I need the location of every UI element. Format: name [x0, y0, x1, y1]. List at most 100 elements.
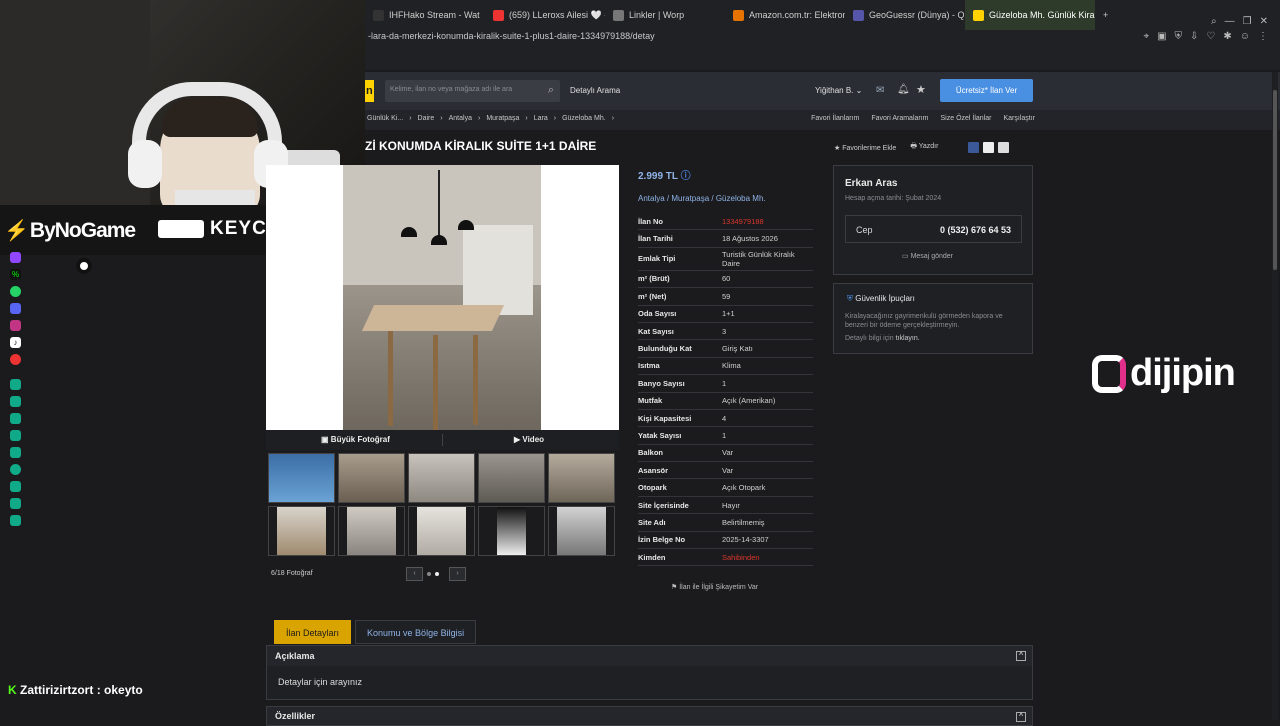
video-label: Video — [522, 435, 545, 444]
location-item[interactable]: Muratpaşa — [671, 194, 709, 203]
photo-stool — [433, 335, 438, 430]
tab-location-info[interactable]: Konumu ve Bölge Bilgisi — [355, 620, 477, 644]
pin-icon[interactable]: ⌖ — [1143, 31, 1149, 42]
detailed-search-link[interactable]: Detaylı Arama — [570, 86, 620, 95]
tab-listing-details[interactable]: İlan Detayları — [274, 620, 352, 644]
profile-icon[interactable]: ☺ — [1240, 31, 1250, 42]
favorite-button[interactable]: ★ Favorilerime Ekle — [834, 144, 896, 152]
facebook-icon[interactable] — [968, 142, 980, 153]
heart-icon[interactable]: ♡ — [1206, 31, 1215, 42]
prev-page-button[interactable]: ‹ — [406, 567, 423, 581]
photo-stool — [473, 335, 478, 425]
next-page-button[interactable]: › — [449, 567, 466, 581]
thumbnail-grid — [268, 453, 618, 556]
location-item[interactable]: Antalya — [638, 194, 665, 203]
x-icon[interactable] — [983, 142, 995, 153]
breadcrumb-item[interactable]: Antalya — [449, 115, 472, 122]
account-link[interactable]: Favori Aramalarım — [871, 115, 928, 122]
safety-more: Detaylı bilgi için tıklayın. — [845, 335, 920, 342]
video-button[interactable]: ▶ Video — [514, 435, 544, 444]
breadcrumb-item[interactable]: Güzeloba Mh. — [562, 115, 606, 122]
page-dot[interactable] — [427, 572, 431, 576]
browser-tab[interactable]: Amazon.com.tr: Elektronik — [725, 0, 845, 30]
detail-key: Site Adı — [638, 517, 666, 527]
phone-number: 0 (532) 676 64 53 — [939, 225, 1011, 235]
detail-row: Kişi Kapasitesi 4 — [638, 410, 813, 428]
detail-key: Site İçerisinde — [638, 500, 689, 510]
social-icons: % ♪ — [10, 252, 21, 526]
photo-gallery[interactable] — [266, 165, 619, 430]
search-icon[interactable]: ⌕ — [548, 84, 554, 97]
download-icon[interactable]: ⇩ — [1190, 31, 1198, 42]
browser-tab[interactable]: Linkler | Worp — [605, 0, 725, 30]
description-heading[interactable]: Açıklama ^ — [267, 646, 1032, 666]
browser-tab[interactable]: GeoGuessr (Dünya) - Quiz — [845, 0, 965, 30]
breadcrumb-item[interactable]: Günlük Ki... — [367, 115, 403, 122]
browser-tab[interactable]: Güzeloba Mh. Günlük Kiral — [965, 0, 1095, 30]
photo-thumbnail[interactable] — [268, 453, 335, 503]
collapse-icon[interactable]: ^ — [1016, 651, 1026, 661]
detail-key: Kişi Kapasitesi — [638, 413, 692, 423]
site-logo[interactable]: n — [365, 80, 374, 102]
photo-thumbnail[interactable] — [408, 506, 475, 556]
phone-box[interactable]: Cep 0 (532) 676 64 53 — [845, 215, 1022, 243]
screenshot-icon[interactable]: ▣ — [1157, 31, 1166, 42]
photo-thumbnail[interactable] — [478, 506, 545, 556]
collapse-icon[interactable]: ^ — [1016, 712, 1026, 722]
user-name: Yiğithan B. — [815, 86, 854, 95]
mail-icon[interactable]: ✉ — [876, 85, 884, 96]
breadcrumb-item[interactable]: Daire — [418, 115, 435, 122]
account-link[interactable]: Size Özel İlanlar — [941, 115, 992, 122]
menu-icon[interactable]: ⋮ — [1258, 31, 1268, 42]
scrollbar-thumb[interactable] — [1273, 90, 1277, 270]
breadcrumb-item[interactable]: Lara — [534, 115, 548, 122]
photo-thumbnail[interactable] — [408, 453, 475, 503]
seller-name[interactable]: Erkan Aras — [845, 178, 897, 189]
location-item[interactable]: Güzeloba Mh. — [716, 194, 766, 203]
complain-link[interactable]: ⚑ İlan ile İlgili Şikayetim Var — [671, 583, 758, 591]
maximize-icon[interactable]: ❐ — [1243, 16, 1252, 27]
photo-thumbnail[interactable] — [338, 453, 405, 503]
user-menu[interactable]: Yiğithan B. ⌄ — [815, 86, 862, 95]
detail-row: Yatak Sayısı 1 — [638, 427, 813, 445]
page-dot-active[interactable] — [435, 572, 439, 576]
breadcrumb: Günlük Ki... › Daire › Antalya › Muratpaşa › Lar… — [367, 115, 614, 122]
instagram-icon — [10, 320, 21, 331]
photo-thumbnail[interactable] — [478, 453, 545, 503]
info-icon[interactable]: ⓘ — [681, 171, 691, 182]
photo-thumbnail[interactable] — [548, 453, 615, 503]
browser-tab[interactable]: (659) LLeroxs Ailesi 🤍 - Yo — [485, 0, 605, 30]
detail-key: Mutfak — [638, 396, 663, 406]
photo-thumbnail[interactable] — [338, 506, 405, 556]
photo-thumbnail[interactable] — [268, 506, 335, 556]
account-link[interactable]: Karşılaştır — [1003, 115, 1035, 122]
account-link[interactable]: Favori İlanlarım — [811, 115, 859, 122]
main-photo[interactable] — [343, 165, 541, 430]
extensions-icon[interactable]: ✱ — [1223, 31, 1231, 42]
headphone-left-cup — [128, 140, 162, 188]
message-button[interactable]: ▭ Mesaj gönder — [902, 252, 953, 260]
search-input[interactable]: Kelime, ilan no veya mağaza adı ile ara … — [385, 80, 560, 102]
url-text[interactable]: -lara-da-merkezi-konumda-kiralik-suite-1… — [368, 31, 655, 41]
dijipin-mark-icon — [1092, 354, 1126, 393]
detail-key: Kat Sayısı — [638, 326, 674, 336]
bell-icon[interactable]: 🔔︎ — [897, 84, 910, 95]
close-window-icon[interactable]: ✕ — [1260, 16, 1268, 27]
breadcrumb-item[interactable]: Muratpaşa — [486, 115, 519, 122]
big-photo-button[interactable]: ▣ Büyük Fotoğraf — [321, 435, 390, 444]
search-tabs-icon[interactable]: ⌕ — [1211, 16, 1217, 27]
star-icon[interactable]: ★ — [916, 83, 926, 96]
detail-key: Kimden — [638, 552, 666, 562]
detail-key: İlan No — [638, 216, 664, 226]
mail-share-icon[interactable] — [998, 142, 1010, 153]
print-button[interactable]: 🖶︎ Yazdır — [910, 142, 938, 153]
new-tab-button[interactable]: + — [1095, 0, 1116, 30]
minimize-icon[interactable]: — — [1225, 16, 1235, 27]
photo-thumbnail[interactable] — [548, 506, 615, 556]
shield-icon[interactable]: ⛨ — [1175, 31, 1183, 42]
safety-more-link[interactable]: tıklayın. — [896, 335, 920, 342]
browser-tab[interactable]: IHFHako Stream - Wat — [365, 0, 485, 30]
features-panel[interactable]: Özellikler ^ — [266, 706, 1033, 726]
free-ad-button[interactable]: Ücretsiz* İlan Ver — [940, 79, 1033, 102]
seller-since: Hesap açma tarihi: Şubat 2024 — [845, 195, 942, 202]
